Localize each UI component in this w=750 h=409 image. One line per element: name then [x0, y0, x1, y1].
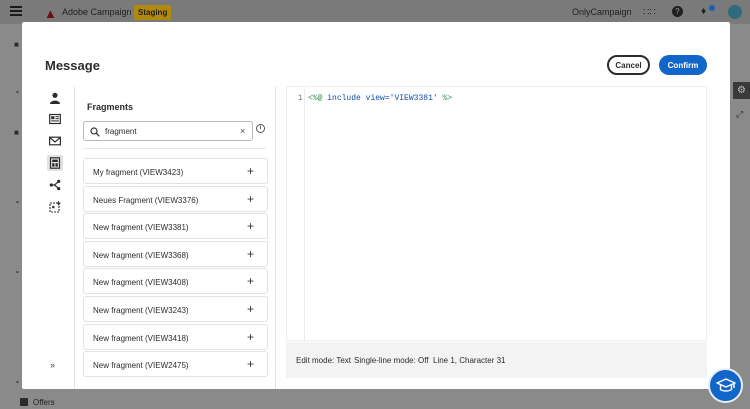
- app-name: Adobe Campaign: [62, 7, 132, 17]
- fragment-search: ×: [83, 121, 253, 141]
- fragment-label: New fragment (VIEW2475): [93, 361, 189, 371]
- fragment-list-item[interactable]: New fragment (VIEW3381) +: [83, 213, 268, 240]
- calendar-add-icon[interactable]: [48, 200, 62, 214]
- newspaper-icon[interactable]: [48, 112, 62, 126]
- code-value: 'VIEW3381': [389, 94, 438, 103]
- apps-grid-icon[interactable]: ∷∷: [643, 7, 656, 18]
- fragment-list-item[interactable]: My fragment (VIEW3423) +: [83, 158, 268, 184]
- nav-item-icon: ■: [14, 40, 19, 49]
- fragment-list: My fragment (VIEW3423) + Neues Fragment (V…: [83, 158, 268, 389]
- gear-icon[interactable]: ⚙: [733, 82, 750, 99]
- app-header: ▲ Adobe Campaign Staging OnlyCampaign ∷∷…: [0, 0, 750, 24]
- fragment-list-item[interactable]: New fragment (VIEW3243) +: [83, 296, 268, 322]
- fragment-list-item[interactable]: New fragment (VIEW3368) +: [83, 240, 268, 267]
- background-bottom-nav: Offers: [0, 389, 750, 409]
- code-close-delimiter: %>: [442, 94, 453, 103]
- expand-icon[interactable]: ⤢: [736, 109, 743, 120]
- fragments-panel: Fragments × i My fragment (VIEW3423)+Neu…: [76, 86, 276, 389]
- offers-icon: [20, 398, 28, 406]
- code-directive: include: [327, 94, 361, 103]
- nav-item-icon: ■: [14, 128, 19, 137]
- fragment-list-item[interactable]: New fragment (VIEW2475) +: [83, 351, 268, 378]
- add-fragment-icon[interactable]: +: [247, 192, 254, 206]
- code-open-delimiter: <%@: [308, 94, 323, 103]
- chevron-down-icon: ⌄: [14, 196, 21, 205]
- learn-button[interactable]: [708, 368, 743, 403]
- fragment-label: New fragment (VIEW3243): [93, 306, 189, 315]
- nav-item-offers[interactable]: Offers: [33, 398, 55, 407]
- fragment-list-item[interactable]: New fragment (VIEW3408) +: [83, 268, 268, 295]
- add-fragment-icon[interactable]: +: [247, 219, 254, 233]
- personalization-rail: »: [22, 86, 75, 389]
- add-fragment-icon[interactable]: +: [247, 302, 254, 316]
- panel-title: Fragments: [87, 102, 134, 112]
- graduation-cap-icon: [715, 377, 736, 392]
- code-attribute: view=: [365, 94, 390, 103]
- single-line-mode-status: Single-line mode: Off: [354, 356, 429, 365]
- avatar[interactable]: [728, 5, 742, 19]
- notification-badge: [709, 5, 715, 11]
- adobe-logo-icon: ▲: [44, 6, 57, 21]
- chevron-down-icon: ⌄: [14, 266, 21, 275]
- search-icon: [90, 127, 100, 137]
- cancel-button[interactable]: Cancel: [607, 55, 650, 75]
- fragment-icon[interactable]: [47, 155, 63, 171]
- dialog-title: Message: [45, 58, 100, 73]
- info-icon[interactable]: i: [256, 124, 265, 133]
- confirm-button[interactable]: Confirm: [659, 55, 707, 75]
- chevron-down-icon: ⌄: [14, 86, 21, 95]
- fragment-label: New fragment (VIEW3368): [93, 250, 189, 260]
- expand-rail-icon[interactable]: »: [50, 360, 55, 370]
- add-fragment-icon[interactable]: +: [247, 247, 254, 261]
- environment-badge: Staging: [134, 5, 172, 20]
- line-gutter: 1: [287, 87, 305, 342]
- add-fragment-icon[interactable]: +: [247, 164, 254, 178]
- bell-icon[interactable]: ♦: [701, 6, 706, 17]
- org-switcher[interactable]: OnlyCampaign: [572, 7, 632, 17]
- divider: [83, 148, 266, 149]
- code-line[interactable]: <%@ include view='VIEW3381' %>: [308, 94, 452, 103]
- fragment-label: New fragment (VIEW3418): [93, 333, 189, 343]
- person-icon[interactable]: [48, 91, 62, 105]
- clear-search-icon[interactable]: ×: [240, 126, 245, 136]
- search-input[interactable]: [105, 125, 230, 138]
- add-fragment-icon[interactable]: +: [247, 330, 254, 344]
- fragment-label: Neues Fragment (VIEW3376): [93, 195, 199, 205]
- fragment-label: New fragment (VIEW3408): [93, 278, 189, 288]
- fragment-list-item[interactable]: Neues Fragment (VIEW3376) +: [83, 185, 268, 212]
- envelope-icon[interactable]: [48, 134, 62, 148]
- background-left-nav: ■ ⌄ ■ ⌄ ⌄ ⌄: [0, 24, 22, 409]
- fragment-label: New fragment (VIEW3381): [93, 223, 189, 233]
- chevron-down-icon: ⌄: [14, 376, 21, 385]
- help-icon[interactable]: ?: [672, 6, 683, 17]
- line-number: 1: [298, 94, 303, 103]
- code-editor[interactable]: 1 <%@ include view='VIEW3381' %>: [286, 86, 707, 342]
- add-fragment-icon[interactable]: +: [247, 357, 254, 371]
- editor-status-bar: Edit mode: Text Single-line mode: Off Li…: [286, 342, 707, 378]
- hamburger-menu-icon[interactable]: [10, 6, 22, 18]
- fragment-list-item[interactable]: New fragment (VIEW3418) +: [83, 323, 268, 350]
- edit-mode-status: Edit mode: Text: [296, 356, 351, 365]
- cursor-position-status: Line 1, Character 31: [433, 356, 506, 365]
- branch-icon[interactable]: [48, 178, 62, 192]
- add-fragment-icon[interactable]: +: [247, 274, 254, 288]
- background-right-rail: ⚙ ⤢: [730, 24, 750, 389]
- fragment-label: My fragment (VIEW3423): [93, 168, 184, 177]
- message-dialog: Message Cancel Confirm » Fragments ×: [22, 22, 730, 389]
